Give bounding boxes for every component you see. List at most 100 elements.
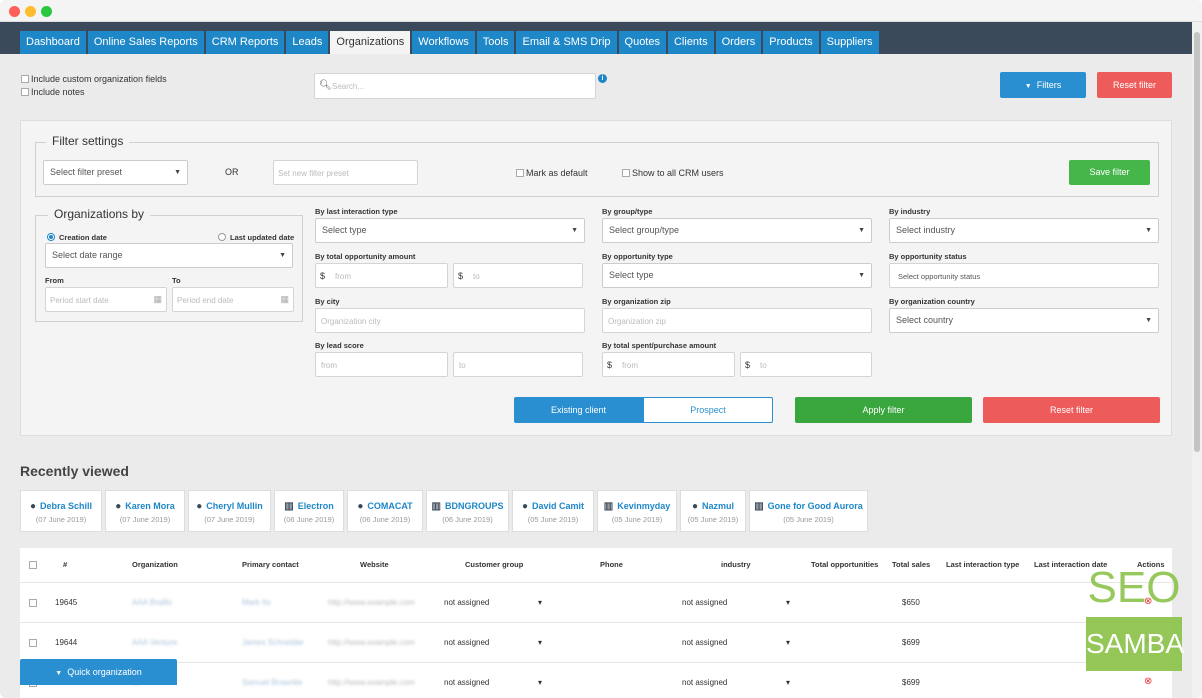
column-header[interactable]: #	[63, 560, 67, 569]
recent-card[interactable]: ● Debra Schill (07 June 2019)	[20, 490, 102, 532]
apply-filter-button[interactable]: Apply filter	[795, 397, 972, 423]
tab-online-sales-reports[interactable]: Online Sales Reports	[87, 31, 204, 54]
spent-from-input[interactable]: $ from	[602, 352, 735, 377]
tab-email-sms-drip[interactable]: Email & SMS Drip	[516, 31, 617, 54]
last-interaction-select[interactable]: Select type ▼	[315, 218, 585, 243]
website-link[interactable]: http://www.example.com	[328, 638, 415, 647]
tab-crm-reports[interactable]: CRM Reports	[205, 31, 285, 54]
delete-icon[interactable]: ⊗	[1144, 676, 1152, 687]
table-row[interactable]: ttsSamuel Brownliehttp://www.example.com…	[20, 662, 1172, 698]
recent-card-name[interactable]: ● Karen Mora	[106, 501, 184, 512]
tab-quotes[interactable]: Quotes	[618, 31, 666, 54]
reset-filter-button[interactable]: Reset filter	[1097, 72, 1172, 98]
chevron-down-icon[interactable]: ▾	[786, 678, 790, 687]
recent-card[interactable]: ▥ BDNGROUPS (06 June 2019)	[426, 490, 509, 532]
recent-card-name[interactable]: ▥ Electron	[275, 501, 343, 512]
recent-card-name[interactable]: ● David Camit	[513, 501, 593, 512]
last-updated-radio[interactable]	[218, 233, 226, 241]
column-header[interactable]: Last interaction type	[946, 560, 1019, 569]
column-header[interactable]: Primary contact	[242, 560, 299, 569]
period-end-input[interactable]: Period end date ▦	[172, 287, 294, 312]
column-header[interactable]: Organization	[132, 560, 178, 569]
recent-card-name[interactable]: ▥ Gone for Good Aurora	[750, 501, 867, 512]
column-header[interactable]: Website	[360, 560, 389, 569]
opp-amount-from-input[interactable]: $ from	[315, 263, 448, 288]
row-checkbox[interactable]	[29, 639, 37, 647]
date-range-select[interactable]: Select date range ▼	[45, 243, 293, 268]
period-start-input[interactable]: Period start date ▦	[45, 287, 167, 312]
lead-score-to-input[interactable]: to	[453, 352, 583, 377]
creation-date-radio[interactable]	[47, 233, 55, 241]
recent-card[interactable]: ▥ Kevinmyday (05 June 2019)	[597, 490, 677, 532]
column-header[interactable]: Customer group	[465, 560, 523, 569]
chevron-down-icon[interactable]: ▾	[538, 678, 542, 687]
recent-card[interactable]: ● Karen Mora (07 June 2019)	[105, 490, 185, 532]
recent-card[interactable]: ▥ Gone for Good Aurora (05 June 2019)	[749, 490, 868, 532]
info-icon[interactable]: i	[598, 74, 607, 83]
recent-card[interactable]: ● Nazmul (05 June 2019)	[680, 490, 746, 532]
customer-group-select[interactable]: not assigned	[444, 678, 489, 687]
tab-tools[interactable]: Tools	[476, 31, 515, 54]
scrollbar[interactable]	[1192, 22, 1202, 698]
industry-cell-select[interactable]: not assigned	[682, 638, 727, 647]
country-select[interactable]: Select country ▼	[889, 308, 1159, 333]
column-header[interactable]: Phone	[600, 560, 623, 569]
recent-card-name[interactable]: ● COMACAT	[348, 501, 422, 512]
filter-preset-select[interactable]: Select filter preset ▼	[43, 160, 188, 185]
recent-card[interactable]: ▥ Electron (06 June 2019)	[274, 490, 344, 532]
new-preset-input[interactable]: Set new filter preset	[273, 160, 418, 185]
column-header[interactable]: Total opportunities	[811, 560, 878, 569]
row-checkbox[interactable]	[29, 599, 37, 607]
tab-workflows[interactable]: Workflows	[412, 31, 475, 54]
spent-to-input[interactable]: $ to	[740, 352, 872, 377]
city-input[interactable]: Organization city	[315, 308, 585, 333]
reset-filter-bottom-button[interactable]: Reset filter	[983, 397, 1160, 423]
recent-card[interactable]: ● Cheryl Mullin (07 June 2019)	[188, 490, 271, 532]
maximize-window-icon[interactable]	[41, 6, 52, 17]
opp-status-select[interactable]: Select opportunity status	[889, 263, 1159, 288]
include-custom-checkbox[interactable]	[21, 75, 29, 83]
zip-input[interactable]: Organization zip	[602, 308, 872, 333]
filters-button[interactable]: ▼ Filters	[1000, 72, 1086, 98]
chevron-down-icon[interactable]: ▾	[538, 638, 542, 647]
website-link[interactable]: http://www.example.com	[328, 598, 415, 607]
recent-card-name[interactable]: ● Nazmul	[681, 501, 745, 512]
industry-cell-select[interactable]: not assigned	[682, 598, 727, 607]
recent-card[interactable]: ● David Camit (05 June 2019)	[512, 490, 594, 532]
calendar-icon[interactable]: ▦	[153, 294, 162, 305]
mark-default-checkbox[interactable]	[516, 169, 524, 177]
recent-card-name[interactable]: ● Cheryl Mullin	[189, 501, 270, 512]
chevron-down-icon[interactable]: ▾	[786, 638, 790, 647]
group-select[interactable]: Select group/type ▼	[602, 218, 872, 243]
search-input[interactable]: 🔍︎ Search...	[314, 73, 596, 99]
tab-leads[interactable]: Leads	[286, 31, 329, 54]
show-all-checkbox[interactable]	[622, 169, 630, 177]
lead-score-from-input[interactable]: from	[315, 352, 448, 377]
close-window-icon[interactable]	[9, 6, 20, 17]
industry-cell-select[interactable]: not assigned	[682, 678, 727, 687]
organization-link[interactable]: AAA Venture	[132, 638, 177, 647]
scrollbar-thumb[interactable]	[1194, 32, 1200, 452]
prospect-toggle[interactable]: Prospect	[643, 397, 773, 423]
tab-organizations[interactable]: Organizations	[330, 31, 411, 54]
include-notes-checkbox[interactable]	[21, 88, 29, 96]
opp-amount-to-input[interactable]: $ to	[453, 263, 583, 288]
tab-orders[interactable]: Orders	[715, 31, 762, 54]
select-all-checkbox[interactable]	[29, 561, 37, 569]
primary-contact-link[interactable]: James Schneider	[242, 638, 304, 647]
primary-contact-link[interactable]: Mark Ito	[242, 598, 271, 607]
recent-card-name[interactable]: ▥ Kevinmyday	[598, 501, 676, 512]
industry-select[interactable]: Select industry ▼	[889, 218, 1159, 243]
chevron-down-icon[interactable]: ▾	[538, 598, 542, 607]
opp-type-select[interactable]: Select type ▼	[602, 263, 872, 288]
tab-clients[interactable]: Clients	[667, 31, 714, 54]
customer-group-select[interactable]: not assigned	[444, 598, 489, 607]
table-row[interactable]: 19644 AAA Venture James Schneider http://ww…	[20, 622, 1172, 662]
column-header[interactable]: Total sales	[892, 560, 930, 569]
column-header[interactable]: industry	[721, 560, 751, 569]
recent-card[interactable]: ● COMACAT (06 June 2019)	[347, 490, 423, 532]
existing-client-toggle[interactable]: Existing client	[514, 397, 643, 423]
website-link[interactable]: http://www.example.com	[328, 678, 415, 687]
tab-dashboard[interactable]: Dashboard	[20, 31, 86, 54]
minimize-window-icon[interactable]	[25, 6, 36, 17]
